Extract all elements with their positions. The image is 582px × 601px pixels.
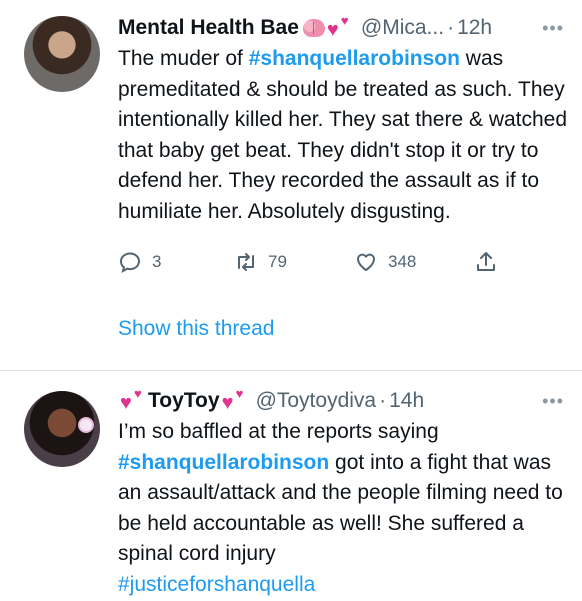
display-name[interactable]: Mental Health Bae	[118, 14, 299, 42]
ellipsis-icon[interactable]: •••	[542, 18, 564, 39]
handle[interactable]: @Mica...	[361, 14, 444, 42]
separator: ·	[379, 389, 387, 412]
display-name[interactable]: ToyToy	[148, 387, 220, 415]
tweet-text: The muder of #shanquellarobinson was pre…	[118, 44, 568, 227]
retweet-count: 79	[268, 252, 287, 271]
text-line: I’m so baffled at the reports saying	[118, 420, 439, 443]
reply-icon	[119, 252, 141, 273]
sparkling-heart-icon: ♥ ♥	[221, 386, 244, 414]
sparkling-heart-icon: ♥ ♥	[326, 13, 349, 41]
sparkling-heart-icon: ♥ ♥	[120, 386, 142, 414]
separator: ·	[447, 16, 455, 39]
like-count: 348	[388, 252, 417, 271]
tweet[interactable]: Mental Health Bae ♥ ♥ @Mica... · 12h The …	[0, 0, 582, 370]
tweet-text: I’m so baffled at the reports saying #sh…	[118, 417, 568, 600]
avatar[interactable]	[24, 16, 100, 92]
tweet-content: ♥ ♥ ToyToy ♥ ♥ @Toytoydiva · 14h I’m so ba…	[118, 387, 568, 601]
timestamp[interactable]: 12h	[457, 14, 492, 42]
brain-icon	[302, 19, 325, 37]
flower-icon	[80, 419, 92, 431]
retweet-icon	[238, 253, 254, 271]
hashtag-link[interactable]: #justiceforshanquella	[118, 573, 315, 596]
reply-count: 3	[152, 252, 162, 271]
tweet-header: Mental Health Bae ♥ ♥ @Mica... · 12h	[118, 14, 568, 42]
text-segment: The muder of	[118, 47, 249, 70]
handle[interactable]: @Toytoydiva	[256, 387, 377, 415]
like-button[interactable]: 348	[354, 250, 474, 274]
text-segment: was premeditated & should be treated as …	[118, 47, 568, 223]
reply-button[interactable]: 3	[118, 250, 234, 274]
tweet-header: ♥ ♥ ToyToy ♥ ♥ @Toytoydiva · 14h	[118, 387, 568, 415]
action-bar: 3 79 348	[118, 249, 568, 275]
share-icon	[477, 252, 495, 271]
heart-icon	[356, 253, 376, 271]
hashtag-link[interactable]: #shanquellarobinson	[249, 47, 460, 70]
share-button[interactable]	[474, 250, 498, 274]
timestamp[interactable]: 14h	[389, 387, 424, 415]
retweet-button[interactable]: 79	[234, 250, 354, 274]
tweet[interactable]: ♥ ♥ ToyToy ♥ ♥ @Toytoydiva · 14h I’m so ba…	[0, 371, 582, 601]
ellipsis-icon[interactable]: •••	[542, 391, 564, 412]
show-thread-link[interactable]: Show this thread	[118, 317, 568, 341]
avatar[interactable]	[24, 391, 100, 467]
tweet-content: Mental Health Bae ♥ ♥ @Mica... · 12h The …	[118, 14, 568, 370]
hashtag-link[interactable]: #shanquellarobinson	[118, 451, 329, 474]
